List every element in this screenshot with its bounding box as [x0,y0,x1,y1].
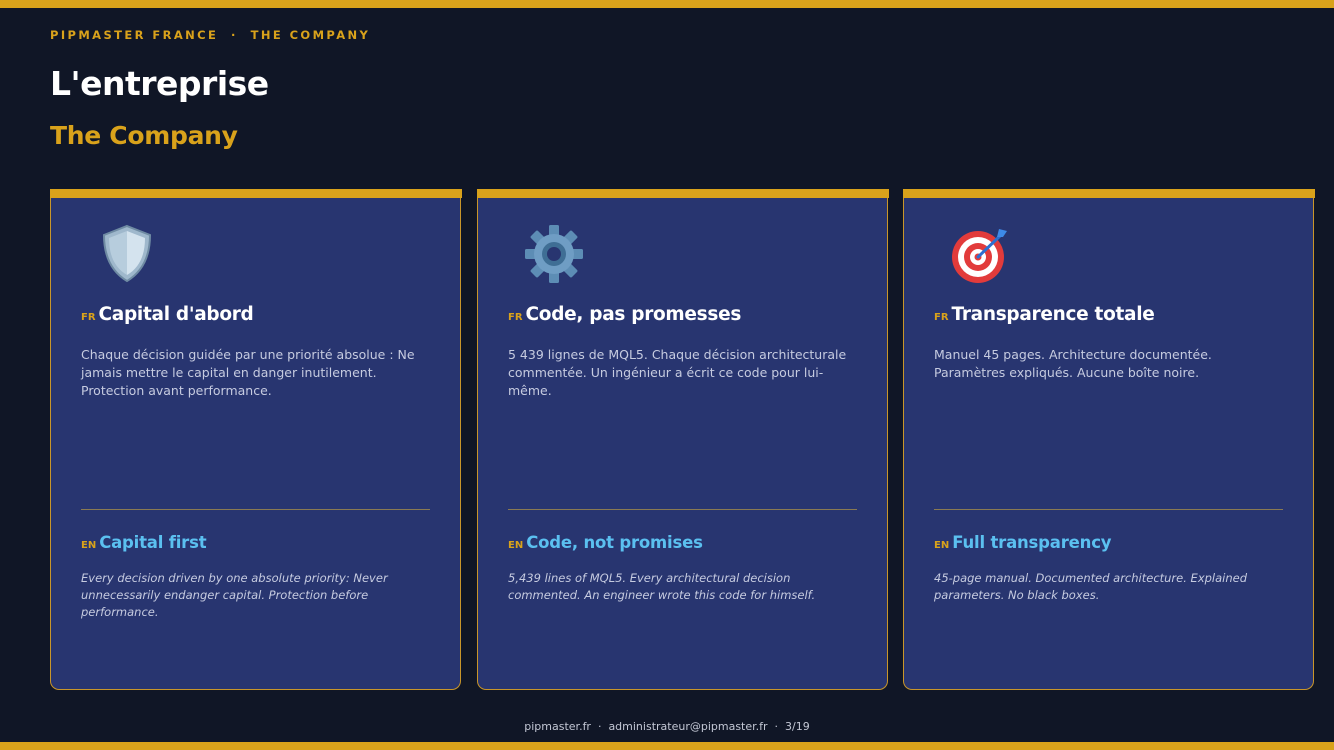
page-title: L'entreprise [50,64,269,103]
card-code-not-promises: FR Code, pas promesses 5 439 lignes de M… [476,189,889,690]
card-title-en: Full transparency [952,533,1112,552]
lang-tag-fr: FR [934,312,949,323]
target-icon [949,223,1011,285]
card-title-en: Capital first [99,533,207,552]
card-text-fr: 5 439 lignes de MQL5. Chaque décision ar… [508,347,847,398]
lang-tag-en: EN [508,540,524,551]
card-divider [81,509,430,510]
card-title-fr: Transparence totale [951,304,1155,325]
lang-tag-en: EN [934,540,950,551]
shield-icon [96,223,158,285]
gear-icon [523,223,585,285]
card-text-fr: Manuel 45 pages. Architecture documentée… [934,347,1212,380]
card-text-en: 5,439 lines of MQL5. Every architectural… [508,571,816,602]
card-full-transparency: FR Transparence totale Manuel 45 pages. … [902,189,1315,690]
card-divider [508,509,857,510]
bottom-accent-bar [0,742,1334,750]
card-capital-first: FR Capital d'abord Chaque décision guidé… [49,189,462,690]
footer-text: pipmaster.fr · administrateur@pipmaster.… [524,720,810,733]
card-title-fr: Code, pas promesses [525,304,742,325]
card-title-en: Code, not promises [526,533,703,552]
lang-tag-en: EN [81,540,97,551]
card-text-en: 45-page manual. Documented architecture.… [934,571,1248,602]
top-accent-bar [0,0,1334,8]
eyebrow-label: PIPMASTER FRANCE · THE COMPANY [50,28,371,42]
page-subtitle: The Company [50,121,238,150]
card-title-fr: Capital d'abord [98,304,254,325]
lang-tag-fr: FR [81,312,96,323]
card-text-en: Every decision driven by one absolute pr… [81,571,388,619]
card-text-fr: Chaque décision guidée par une priorité … [81,347,415,398]
lang-tag-fr: FR [508,312,523,323]
card-divider [934,509,1283,510]
